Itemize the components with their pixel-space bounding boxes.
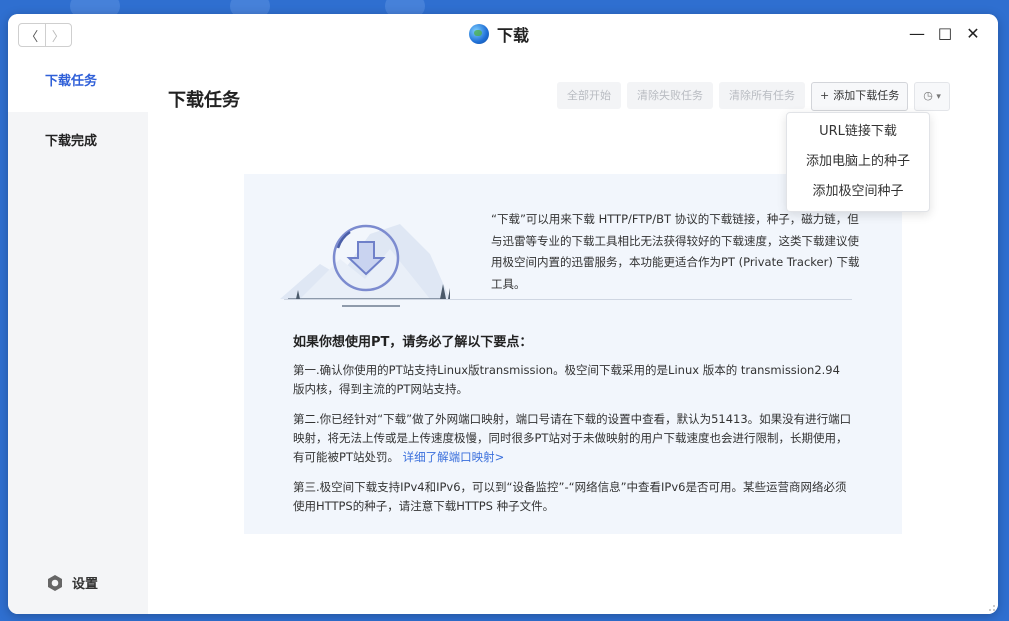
app-title: 下载 [469, 22, 529, 46]
plus-icon: + [820, 89, 830, 102]
schedule-button[interactable]: ◷ ▾ [914, 82, 950, 111]
sidebar: 下载任务 下载完成 设置 [8, 52, 148, 614]
sidebar-item-download-complete[interactable]: 下载完成 [8, 112, 148, 172]
clear-failed-button[interactable]: 清除失败任务 [627, 82, 713, 109]
point-2-block: 第二.你已经针对“下载”做了外网端口映射，端口号请在下载的设置中查看，默认为51… [293, 410, 853, 467]
add-task-label: 添加下载任务 [833, 89, 900, 102]
sidebar-item-label: 下载完成 [45, 134, 98, 149]
chevron-right-icon: 〉 [51, 29, 65, 45]
menu-item-local-torrent[interactable]: 添加电脑上的种子 [787, 147, 929, 177]
gear-icon [48, 574, 62, 591]
point-2-text: 第二.你已经针对“下载”做了外网端口映射，端口号请在下载的设置中查看，默认为51… [293, 412, 852, 464]
pt-heading: 如果你想使用PT，请务必了解以下要点： [293, 335, 533, 350]
point-3-text: 第三.极空间下载支持IPv4和IPv6，可以到“设备监控”-“网络信息”中查看I… [293, 480, 847, 513]
close-button[interactable]: ✕ [964, 24, 982, 43]
sidebar-item-label: 下载任务 [45, 74, 98, 89]
chevron-left-icon: 〈 [25, 29, 39, 45]
start-all-button[interactable]: 全部开始 [557, 82, 621, 109]
clear-all-button[interactable]: 清除所有任务 [719, 82, 805, 109]
nav-buttons: 〈 〉 [18, 23, 72, 47]
settings-button[interactable]: 设置 [46, 573, 98, 592]
menu-item-url-download[interactable]: URL链接下载 [787, 117, 929, 147]
maximize-button[interactable]: □ [936, 24, 954, 42]
main-content: 下载任务 全部开始 清除失败任务 清除所有任务 + 添加下载任务 ◷ ▾ URL链… [148, 52, 998, 614]
app-window: 〈 〉 下载 — □ ✕ 下载任务 下载完成 设置 下载任务 全部开始 清除失败… [8, 14, 998, 614]
forward-button[interactable]: 〉 [46, 24, 72, 46]
port-mapping-link[interactable]: 详细了解端口映射> [403, 450, 505, 464]
back-button[interactable]: 〈 [19, 24, 46, 46]
globe-icon [469, 24, 489, 44]
clock-icon: ◷ [923, 89, 933, 102]
divider [284, 299, 852, 300]
minimize-button[interactable]: — [908, 24, 926, 43]
info-card: “下载”可以用来下载 HTTP/FTP/BT 协议的下载链接，种子，磁力链，但与… [244, 174, 902, 534]
page-title: 下载任务 [168, 90, 240, 111]
intro-text: “下载”可以用来下载 HTTP/FTP/BT 协议的下载链接，种子，磁力链，但与… [491, 212, 860, 291]
add-task-menu: URL链接下载 添加电脑上的种子 添加极空间种子 [786, 112, 930, 212]
chevron-down-icon: ▾ [936, 92, 941, 102]
menu-item-nas-torrent[interactable]: 添加极空间种子 [787, 177, 929, 207]
toolbar: 全部开始 清除失败任务 清除所有任务 + 添加下载任务 ◷ ▾ [557, 82, 950, 111]
resize-grip-icon[interactable] [986, 602, 996, 612]
settings-label: 设置 [72, 577, 99, 592]
point-1-text: 第一.确认你使用的PT站支持Linux版transmission。极空间下载采用… [293, 363, 840, 396]
titlebar: 〈 〉 下载 — □ ✕ [8, 14, 998, 52]
download-illustration [280, 224, 450, 307]
app-title-text: 下载 [497, 26, 530, 45]
add-task-button[interactable]: + 添加下载任务 [811, 82, 909, 111]
sidebar-item-download-tasks[interactable]: 下载任务 [8, 52, 148, 112]
